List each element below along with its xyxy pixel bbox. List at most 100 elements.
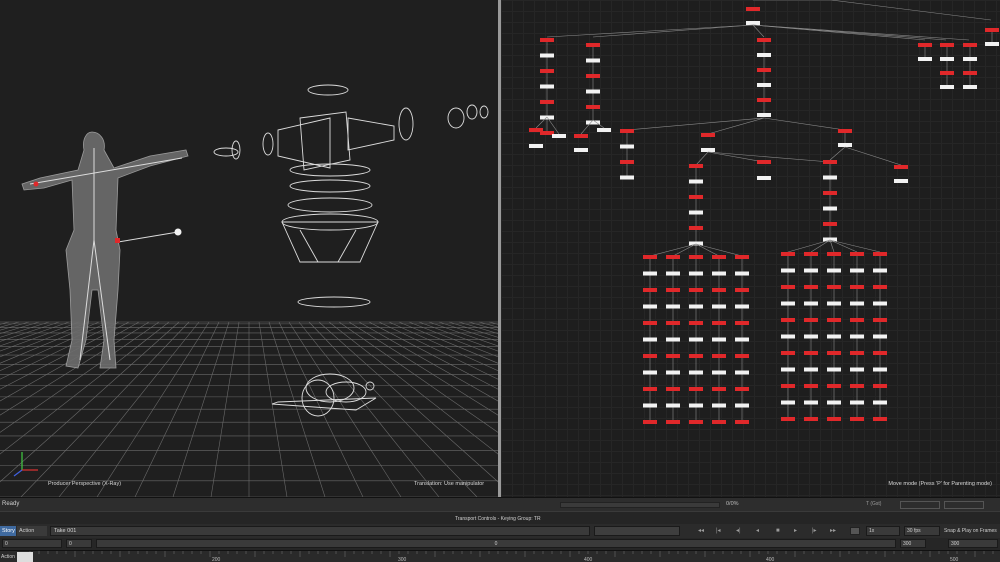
schematic-node[interactable] [827,318,841,322]
range-current-field[interactable]: 0 [66,539,92,548]
schematic-node[interactable] [850,400,864,405]
schematic-node[interactable] [850,252,864,256]
schematic-node[interactable] [804,384,818,388]
status-field[interactable] [900,501,940,509]
schematic-node[interactable] [757,38,771,42]
schematic-node[interactable] [804,301,818,306]
range-slider[interactable]: 0 [96,539,896,548]
schematic-node[interactable] [666,403,680,408]
schematic-node[interactable] [940,85,954,89]
schematic-node[interactable] [540,84,554,89]
schematic-node[interactable] [894,179,908,183]
schematic-node[interactable] [873,384,887,388]
schematic-node[interactable] [643,304,657,309]
schematic-node[interactable] [873,334,887,339]
schematic-node[interactable] [712,354,726,358]
schematic-node[interactable] [689,226,703,230]
schematic-node[interactable] [552,134,566,138]
rig-controls[interactable] [213,84,489,417]
schematic-node[interactable] [781,384,795,388]
playhead[interactable] [17,552,33,562]
tab-story[interactable]: Story [0,526,16,536]
schematic-node[interactable] [712,288,726,292]
schematic-node[interactable] [735,403,749,408]
fps-select[interactable]: 30 fps [904,526,940,536]
schematic-view[interactable]: Move mode (Press 'P' for Parenting mode) [501,0,1000,497]
schematic-node[interactable] [643,387,657,391]
schematic-node[interactable] [746,7,760,11]
schematic-node[interactable] [712,420,726,424]
schematic-node[interactable] [963,43,977,47]
schematic-node[interactable] [574,134,588,138]
tab-action[interactable]: Action [17,526,47,536]
schematic-node[interactable] [689,337,703,342]
schematic-node[interactable] [757,176,771,180]
schematic-node[interactable] [586,89,600,94]
range-start-field[interactable]: 0 [2,539,62,548]
prev-key-icon[interactable]: |◂ [716,528,721,534]
schematic-node[interactable] [666,271,680,276]
schematic-node[interactable] [850,334,864,339]
record-icon[interactable] [850,527,860,535]
viewer-3d[interactable]: Producer Perspective (X-Ray) Translation… [0,0,498,497]
schematic-node[interactable] [873,367,887,372]
schematic-node[interactable] [918,43,932,47]
schematic-node[interactable] [873,318,887,322]
schematic-node[interactable] [781,367,795,372]
schematic-node[interactable] [940,57,954,61]
schematic-node[interactable] [689,321,703,325]
schematic-node[interactable] [827,351,841,355]
schematic-node[interactable] [689,271,703,276]
schematic-node[interactable] [823,191,837,195]
schematic-node[interactable] [540,53,554,58]
schematic-node[interactable] [735,420,749,424]
schematic-node[interactable] [712,387,726,391]
schematic-node[interactable] [757,68,771,72]
schematic-node[interactable] [643,420,657,424]
schematic-node[interactable] [827,334,841,339]
schematic-node[interactable] [712,304,726,309]
schematic-node[interactable] [712,337,726,342]
schematic-node[interactable] [666,420,680,424]
schematic-node[interactable] [757,83,771,87]
character-model[interactable] [21,131,189,369]
schematic-node[interactable] [735,354,749,358]
take-select[interactable]: Take 001 [50,526,590,536]
schematic-node[interactable] [735,255,749,259]
schematic-node[interactable] [781,351,795,355]
frame-counter[interactable] [594,526,680,536]
schematic-node[interactable] [873,252,887,256]
schematic-node[interactable] [827,285,841,289]
schematic-node[interactable] [735,370,749,375]
schematic-node[interactable] [850,384,864,388]
schematic-node[interactable] [586,58,600,63]
schematic-node[interactable] [757,98,771,102]
schematic-node[interactable] [735,288,749,292]
schematic-node[interactable] [781,301,795,306]
schematic-node[interactable] [873,400,887,405]
schematic-node[interactable] [963,71,977,75]
schematic-node[interactable] [804,252,818,256]
schematic-node[interactable] [781,285,795,289]
schematic-node[interactable] [735,321,749,325]
schematic-node[interactable] [701,148,715,152]
schematic-node[interactable] [643,403,657,408]
play-back-icon[interactable]: ◂ [756,528,759,534]
schematic-node[interactable] [940,71,954,75]
schematic-node[interactable] [712,403,726,408]
schematic-node[interactable] [827,268,841,273]
schematic-node[interactable] [781,417,795,421]
schematic-node[interactable] [689,195,703,199]
range-end-field-2[interactable]: 300 [948,539,998,548]
schematic-node[interactable] [746,21,760,25]
schematic-node[interactable] [620,160,634,164]
schematic-node[interactable] [850,417,864,421]
schematic-node[interactable] [712,255,726,259]
schematic-node[interactable] [689,255,703,259]
schematic-node[interactable] [540,100,554,104]
schematic-node[interactable] [666,288,680,292]
schematic-node[interactable] [781,400,795,405]
schematic-node[interactable] [804,318,818,322]
schematic-node[interactable] [804,268,818,273]
schematic-node[interactable] [620,129,634,133]
